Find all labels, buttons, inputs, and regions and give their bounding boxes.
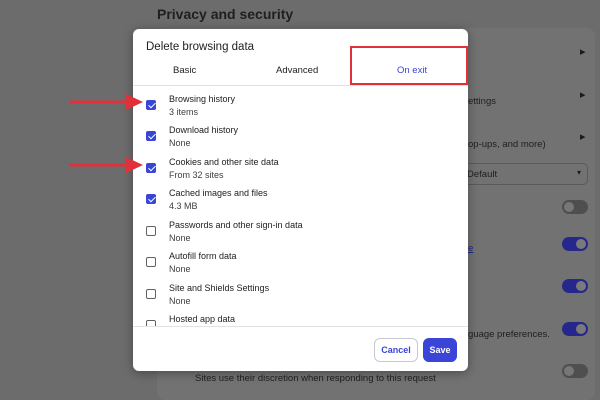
settings-row-text: ettings: [468, 96, 496, 107]
list-item[interactable]: Cookies and other site data From 32 site…: [133, 150, 468, 181]
toggle-switch[interactable]: [562, 322, 588, 336]
select-value: Default: [467, 169, 498, 180]
toggle-switch[interactable]: [562, 200, 588, 214]
list-item[interactable]: Autofill form data None: [133, 244, 468, 275]
autofill-checkbox[interactable]: [146, 257, 156, 267]
list-item[interactable]: Site and Shields Settings None: [133, 276, 468, 307]
delete-browsing-data-dialog: Delete browsing data Basic Advanced On e…: [133, 29, 468, 371]
item-label: Cached images and files: [169, 188, 268, 198]
settings-row-text: guage preferences.: [468, 329, 550, 340]
settings-row-text: Sites use their discretion when respondi…: [195, 373, 436, 384]
data-type-list: Browsing history 3 items Download histor…: [133, 87, 468, 327]
tab-basic[interactable]: Basic: [173, 65, 196, 76]
passwords-checkbox[interactable]: [146, 226, 156, 236]
dialog-title: Delete browsing data: [146, 41, 255, 53]
download-history-checkbox[interactable]: [146, 131, 156, 141]
site-shields-checkbox[interactable]: [146, 289, 156, 299]
settings-row-text: op-ups, and more): [468, 139, 546, 150]
list-item[interactable]: Hosted app data: [133, 307, 468, 327]
item-sub: None: [169, 138, 191, 148]
settings-link[interactable]: e: [468, 243, 473, 254]
item-label: Passwords and other sign-in data: [169, 220, 303, 230]
item-label: Browsing history: [169, 94, 236, 104]
save-button[interactable]: Save: [423, 338, 457, 362]
tab-on-exit[interactable]: On exit: [397, 65, 427, 76]
cookies-checkbox[interactable]: [146, 163, 156, 173]
annotation-arrow-icon: [70, 94, 143, 110]
default-select[interactable]: Default ▾: [458, 163, 588, 185]
chevron-right-icon[interactable]: ▸: [580, 130, 586, 143]
item-sub: None: [169, 233, 191, 243]
tab-bar: Basic Advanced On exit: [133, 59, 468, 86]
list-item[interactable]: Download history None: [133, 118, 468, 149]
item-sub: None: [169, 264, 191, 274]
item-sub: None: [169, 296, 191, 306]
item-label: Autofill form data: [169, 251, 237, 261]
item-label: Download history: [169, 125, 239, 135]
annotation-arrow-icon: [70, 157, 143, 173]
item-label: Hosted app data: [169, 314, 236, 324]
item-label: Site and Shields Settings: [169, 283, 270, 293]
active-tab-indicator: [358, 83, 465, 85]
item-sub: 4.3 MB: [169, 201, 198, 211]
list-item[interactable]: Passwords and other sign-in data None: [133, 213, 468, 244]
list-item[interactable]: Cached images and files 4.3 MB: [133, 181, 468, 212]
chevron-right-icon[interactable]: ▸: [580, 45, 586, 58]
section-heading: Privacy and security: [157, 6, 294, 22]
toggle-switch[interactable]: [562, 237, 588, 251]
cancel-button[interactable]: Cancel: [374, 338, 418, 362]
browsing-history-checkbox[interactable]: [146, 100, 156, 110]
list-item[interactable]: Browsing history 3 items: [133, 87, 468, 118]
tab-advanced[interactable]: Advanced: [276, 65, 318, 76]
item-sub: 3 items: [169, 107, 199, 117]
chevron-right-icon[interactable]: ▸: [580, 88, 586, 101]
item-label: Cookies and other site data: [169, 157, 279, 167]
toggle-switch[interactable]: [562, 279, 588, 293]
toggle-switch[interactable]: [562, 364, 588, 378]
item-sub: From 32 sites: [169, 170, 224, 180]
cached-images-checkbox[interactable]: [146, 194, 156, 204]
footer-divider: [133, 326, 468, 327]
caret-down-icon: ▾: [576, 168, 581, 177]
